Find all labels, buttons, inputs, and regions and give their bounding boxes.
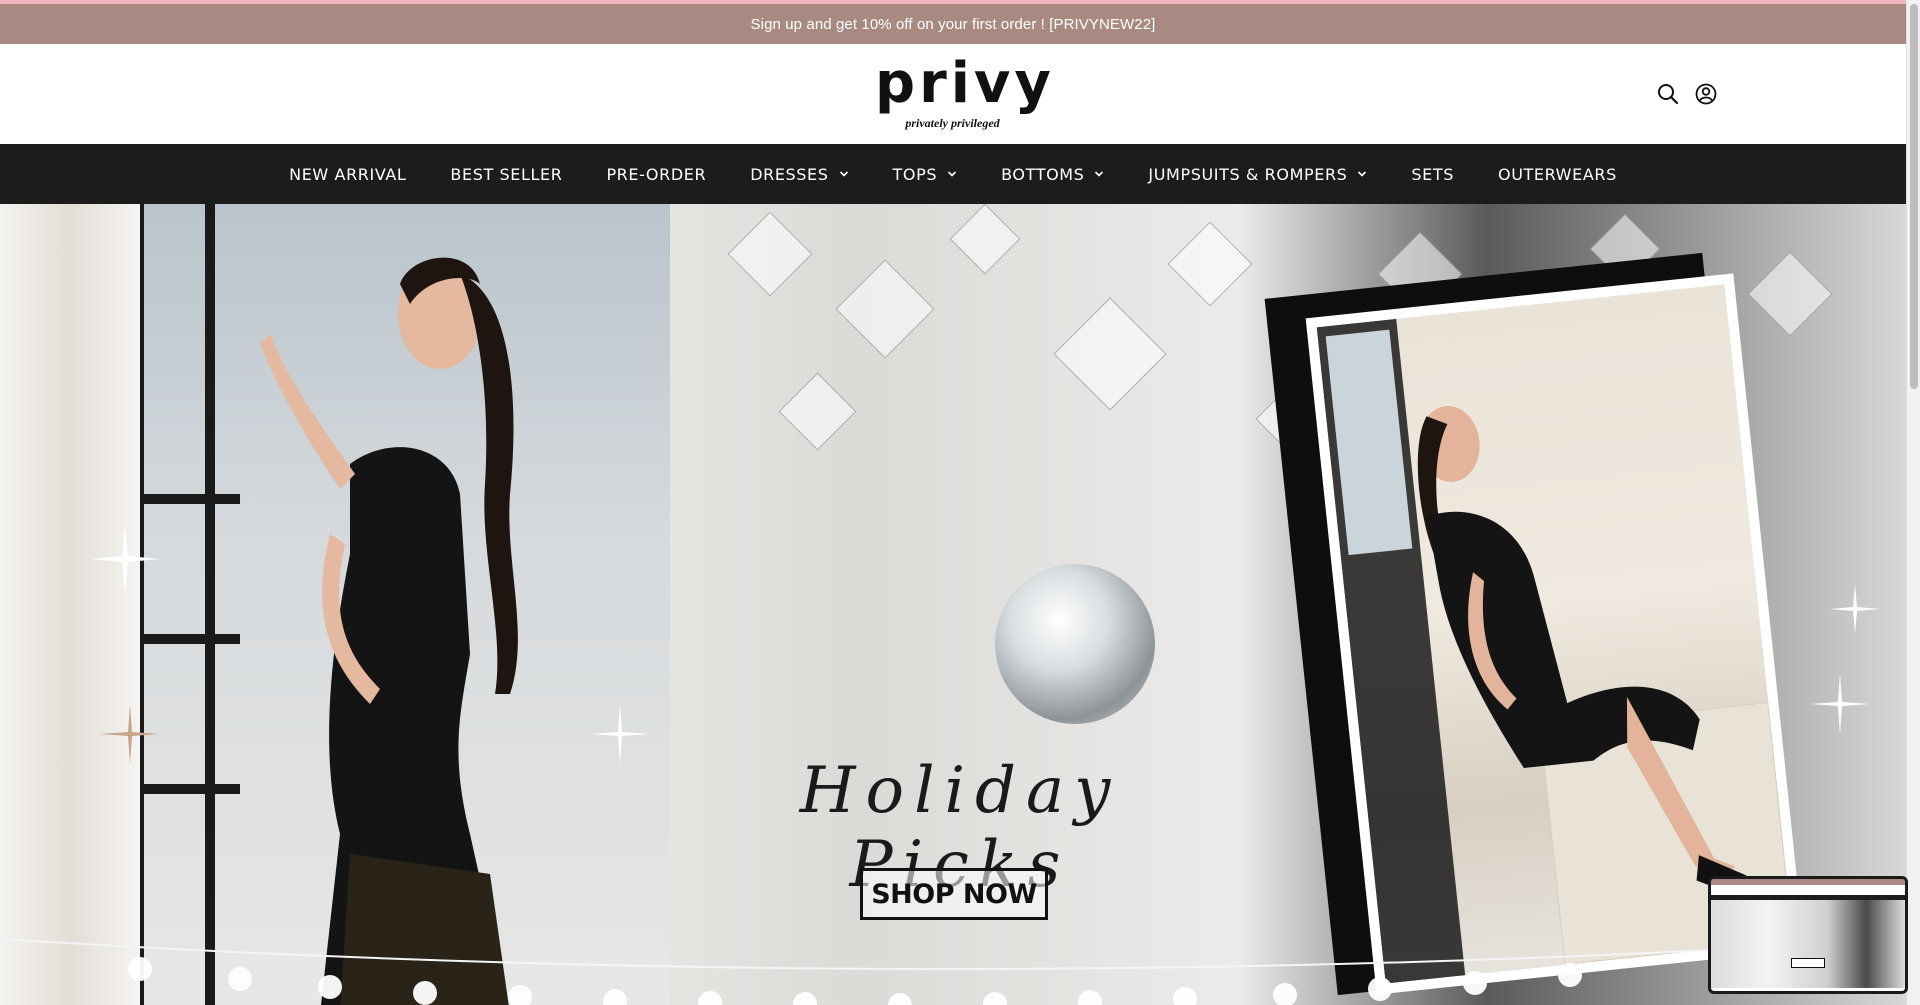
shop-now-button[interactable]: SHOP NOW — [860, 868, 1048, 920]
thumbnail-hero — [1711, 900, 1905, 988]
chandelier-crystal — [778, 372, 857, 451]
header-icons — [1656, 82, 1718, 106]
nav-item-dresses[interactable]: DRESSES — [750, 165, 848, 184]
chandelier-crystal — [949, 204, 1021, 275]
site-header: privy privately privileged — [0, 44, 1906, 144]
search-icon[interactable] — [1656, 82, 1680, 106]
chevron-down-icon — [1094, 169, 1104, 179]
chandelier-crystal — [1167, 221, 1253, 307]
chandelier-crystal — [727, 211, 813, 297]
chandelier-ball — [995, 564, 1155, 724]
nav-item-bottoms[interactable]: BOTTOMS — [1001, 165, 1104, 184]
sparkle-icon — [90, 524, 160, 594]
chevron-down-icon — [947, 169, 957, 179]
thumbnail-announcement — [1711, 879, 1905, 885]
nav-item-best-seller[interactable]: BEST SELLER — [450, 165, 562, 184]
site-logo[interactable]: privy privately privileged — [875, 51, 1055, 138]
account-icon[interactable] — [1694, 82, 1718, 106]
screenshot-thumbnail[interactable] — [1708, 876, 1908, 994]
chandelier-crystal — [1053, 297, 1167, 411]
sparkle-icon — [1830, 584, 1880, 634]
nav-item-sets[interactable]: SETS — [1411, 165, 1454, 184]
nav-item-new-arrival[interactable]: NEW ARRIVAL — [289, 165, 406, 184]
announcement-text: Sign up and get 10% off on your first or… — [750, 15, 1156, 33]
logo-wordmark: privy — [875, 51, 1055, 116]
chevron-down-icon — [1357, 169, 1367, 179]
nav-item-jumpsuits-rompers[interactable]: JUMPSUITS & ROMPERS — [1148, 165, 1367, 184]
hero-banner[interactable]: Holiday Picks SHOP NOW — [0, 204, 1906, 1005]
nav-item-pre-order[interactable]: PRE-ORDER — [606, 165, 706, 184]
sparkle-icon — [590, 704, 650, 764]
main-navigation: NEW ARRIVAL BEST SELLER PRE-ORDER DRESSE… — [0, 144, 1906, 204]
sparkle-icon — [1810, 674, 1870, 734]
scrollbar-thumb[interactable] — [1910, 4, 1918, 389]
logo-tagline: privately privileged — [905, 116, 1000, 130]
curtain — [0, 204, 140, 1005]
chandelier-crystal — [1747, 251, 1833, 337]
announcement-bar: Sign up and get 10% off on your first or… — [0, 4, 1906, 44]
model-image-left — [260, 257, 518, 1005]
page-scrollbar[interactable] — [1906, 0, 1920, 1005]
sparkle-icon — [100, 704, 160, 764]
chandelier-crystal — [835, 259, 935, 359]
nav-item-tops[interactable]: TOPS — [893, 165, 958, 184]
string-lights — [0, 938, 1906, 1005]
chevron-down-icon — [839, 169, 849, 179]
nav-item-outerwears[interactable]: OUTERWEARS — [1498, 165, 1617, 184]
